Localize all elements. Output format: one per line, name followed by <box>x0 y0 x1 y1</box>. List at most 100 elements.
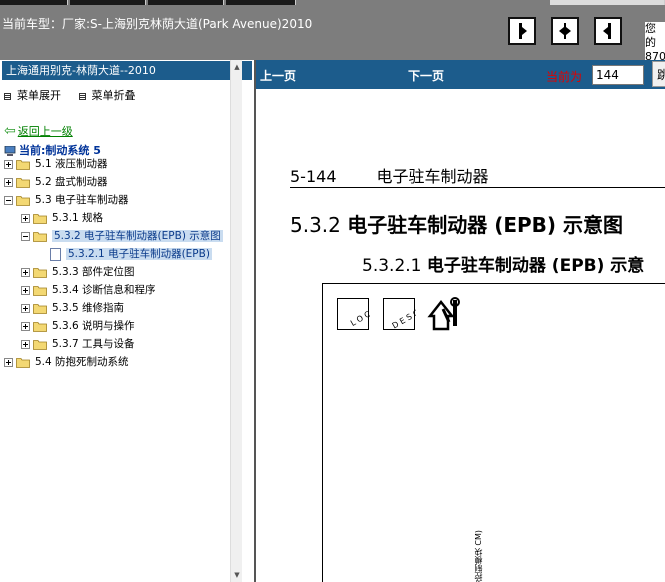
back-arrow-icon: ⇦ <box>4 123 16 139</box>
back-link-label: 返回上一级 <box>17 125 73 138</box>
expand-node-icon[interactable] <box>21 285 30 295</box>
tree-node-label: 5.2 盘式制动器 <box>35 176 108 188</box>
folder-open-icon <box>16 195 30 206</box>
expand-node-icon[interactable] <box>4 177 13 187</box>
document-icon <box>50 247 61 261</box>
vehicle-title: 当前车型：厂家:S-上海别克林荫大道(Park Avenue)2010 <box>2 17 313 31</box>
tree-node-label: 5.3.1 规格 <box>52 212 104 224</box>
expand-icon <box>4 92 11 100</box>
computer-icon <box>4 146 16 156</box>
folder-icon <box>33 213 47 224</box>
tree-node[interactable]: 5.2 盘式制动器 <box>4 174 108 190</box>
left-scrollbar[interactable]: ▲ ▼ <box>230 60 242 582</box>
tree-node-label: 5.4 防抱死制动系统 <box>35 356 129 368</box>
expand-node-icon[interactable] <box>21 213 30 223</box>
tree-node[interactable]: 5.3.2 电子驻车制动器(EPB) 示意图 <box>21 228 223 244</box>
corner-info: 您的 870 <box>645 22 665 60</box>
menu-collapse-button[interactable]: 菜单折叠 <box>78 89 136 102</box>
tree-node-label: 5.3.6 说明与操作 <box>52 320 135 332</box>
expand-node-icon[interactable] <box>4 159 13 169</box>
collapse-icon <box>78 92 86 100</box>
left-pane-header: 上海通用别克-林荫大道--2010 <box>2 61 252 80</box>
first-page-icon <box>519 23 527 39</box>
menu-collapse-label: 菜单折叠 <box>91 89 136 102</box>
tree-node[interactable]: 5.4 防抱死制动系统 <box>4 354 129 370</box>
tree-node-label: 5.3.4 诊断信息和程序 <box>52 284 156 296</box>
folder-icon <box>16 357 30 368</box>
folder-open-icon <box>33 231 47 242</box>
document-page: 5-144 电子驻车制动器 5.3.2 电子驻车制动器 (EPB) 示意图 5.3… <box>258 89 665 582</box>
collapse-node-icon[interactable] <box>21 231 30 241</box>
section-title: 5.3.2 电子驻车制动器 (EPB) 示意图 <box>290 209 623 238</box>
folder-icon <box>16 177 30 188</box>
jump-button[interactable]: 跳 <box>652 61 665 87</box>
tree-node[interactable]: 5.3 电子驻车制动器 <box>4 192 129 208</box>
subsection-number: 5.3.2.1 <box>362 256 422 276</box>
tree-node[interactable]: 5.3.2.1 电子驻车制动器(EPB) <box>38 246 212 262</box>
folder-icon <box>33 285 47 296</box>
section-number: 5.3.2 <box>290 213 341 237</box>
scroll-down-arrow-icon[interactable]: ▼ <box>231 570 243 580</box>
service-wrench-icon <box>427 297 460 331</box>
tree-node[interactable]: 5.1 液压制动器 <box>4 156 108 172</box>
tree-node[interactable]: 5.3.5 维修指南 <box>21 300 124 316</box>
folder-icon <box>16 159 30 170</box>
tree-node-label: 5.3.2.1 电子驻车制动器(EPB) <box>66 248 212 260</box>
scroll-up-arrow-icon[interactable]: ▲ <box>231 62 243 72</box>
tree-node-label: 5.1 液压制动器 <box>35 158 108 170</box>
tree-node-label: 5.3.2 电子驻车制动器(EPB) 示意图 <box>52 230 223 242</box>
expand-node-icon[interactable] <box>4 357 13 367</box>
page-header: 5-144 电子驻车制动器 <box>290 163 489 187</box>
module-label: 身控制模块 CM) <box>474 530 483 582</box>
collapse-node-icon[interactable] <box>4 195 13 205</box>
page-number-input[interactable] <box>592 65 644 85</box>
tree-node-label: 5.3.7 工具与设备 <box>52 338 135 350</box>
section-title-text: 电子驻车制动器 (EPB) 示意图 <box>347 213 624 237</box>
current-page-label: 当前为 <box>546 70 583 84</box>
tree-node-label: 5.3.5 维修指南 <box>52 302 125 314</box>
first-page-button[interactable] <box>508 17 536 45</box>
header-rule <box>290 187 665 188</box>
document-pane: 上一页 下一页 当前为 跳 5-144 电子驻车制动器 5.3.2 电子驻车制动器… <box>254 60 665 582</box>
expand-node-icon[interactable] <box>21 267 30 277</box>
subsection-title: 5.3.2.1 电子驻车制动器 (EPB) 示意 <box>362 251 644 276</box>
desc-glyph: D E S C <box>391 308 421 331</box>
tree-node[interactable]: 5.3.6 说明与操作 <box>21 318 135 334</box>
tree-node[interactable]: 5.3.3 部件定位图 <box>21 264 135 280</box>
description-icon: D E S C <box>383 298 421 331</box>
tab-strip <box>0 0 665 5</box>
schematic-diagram: L O C D E S C 身控制模块 CM) <box>322 283 665 582</box>
folder-icon <box>33 267 47 278</box>
expand-node-icon[interactable] <box>21 339 30 349</box>
menu-expand-button[interactable]: 菜单展开 <box>4 89 61 102</box>
page-nav-bar: 上一页 下一页 当前为 跳 <box>256 60 665 89</box>
expand-node-icon[interactable] <box>21 321 30 331</box>
next-page-link[interactable]: 下一页 <box>408 67 444 84</box>
corner-line-2: 870 <box>645 50 665 60</box>
locator-icon: L O C <box>337 298 372 330</box>
fit-page-button[interactable] <box>551 17 579 45</box>
folder-icon <box>33 321 47 332</box>
back-link[interactable]: ⇦ 返回上一级 <box>4 123 73 139</box>
menu-toggles: 菜单展开 菜单折叠 <box>4 87 150 103</box>
tree-node[interactable]: 5.3.1 规格 <box>21 210 103 226</box>
loc-glyph: L O C <box>349 309 372 328</box>
corner-line-1: 您的 <box>645 22 656 49</box>
fit-page-icon <box>559 23 571 39</box>
expand-node-icon[interactable] <box>21 303 30 313</box>
menu-expand-label: 菜单展开 <box>17 89 61 102</box>
folder-icon <box>33 303 47 314</box>
last-page-icon <box>603 23 611 39</box>
left-nav-pane: 上海通用别克-林荫大道--2010 菜单展开 菜单折叠 ⇦ 返回上一级 当前:制动… <box>0 60 252 582</box>
subsection-title-text: 电子驻车制动器 (EPB) 示意 <box>426 256 645 276</box>
page-header-title: 电子驻车制动器 <box>376 167 489 186</box>
svg-text:D E S C: D E S C <box>391 308 416 331</box>
tree-node[interactable]: 5.3.7 工具与设备 <box>21 336 135 352</box>
tree-node-label: 5.3.3 部件定位图 <box>52 266 135 278</box>
tree-node[interactable]: 5.3.4 诊断信息和程序 <box>21 282 156 298</box>
folder-icon <box>33 339 47 350</box>
prev-page-link[interactable]: 上一页 <box>260 67 296 84</box>
last-page-button[interactable] <box>594 17 622 45</box>
svg-text:L O C: L O C <box>349 309 370 328</box>
top-bar: 当前车型：厂家:S-上海别克林荫大道(Park Avenue)2010 您的 8… <box>0 0 665 60</box>
